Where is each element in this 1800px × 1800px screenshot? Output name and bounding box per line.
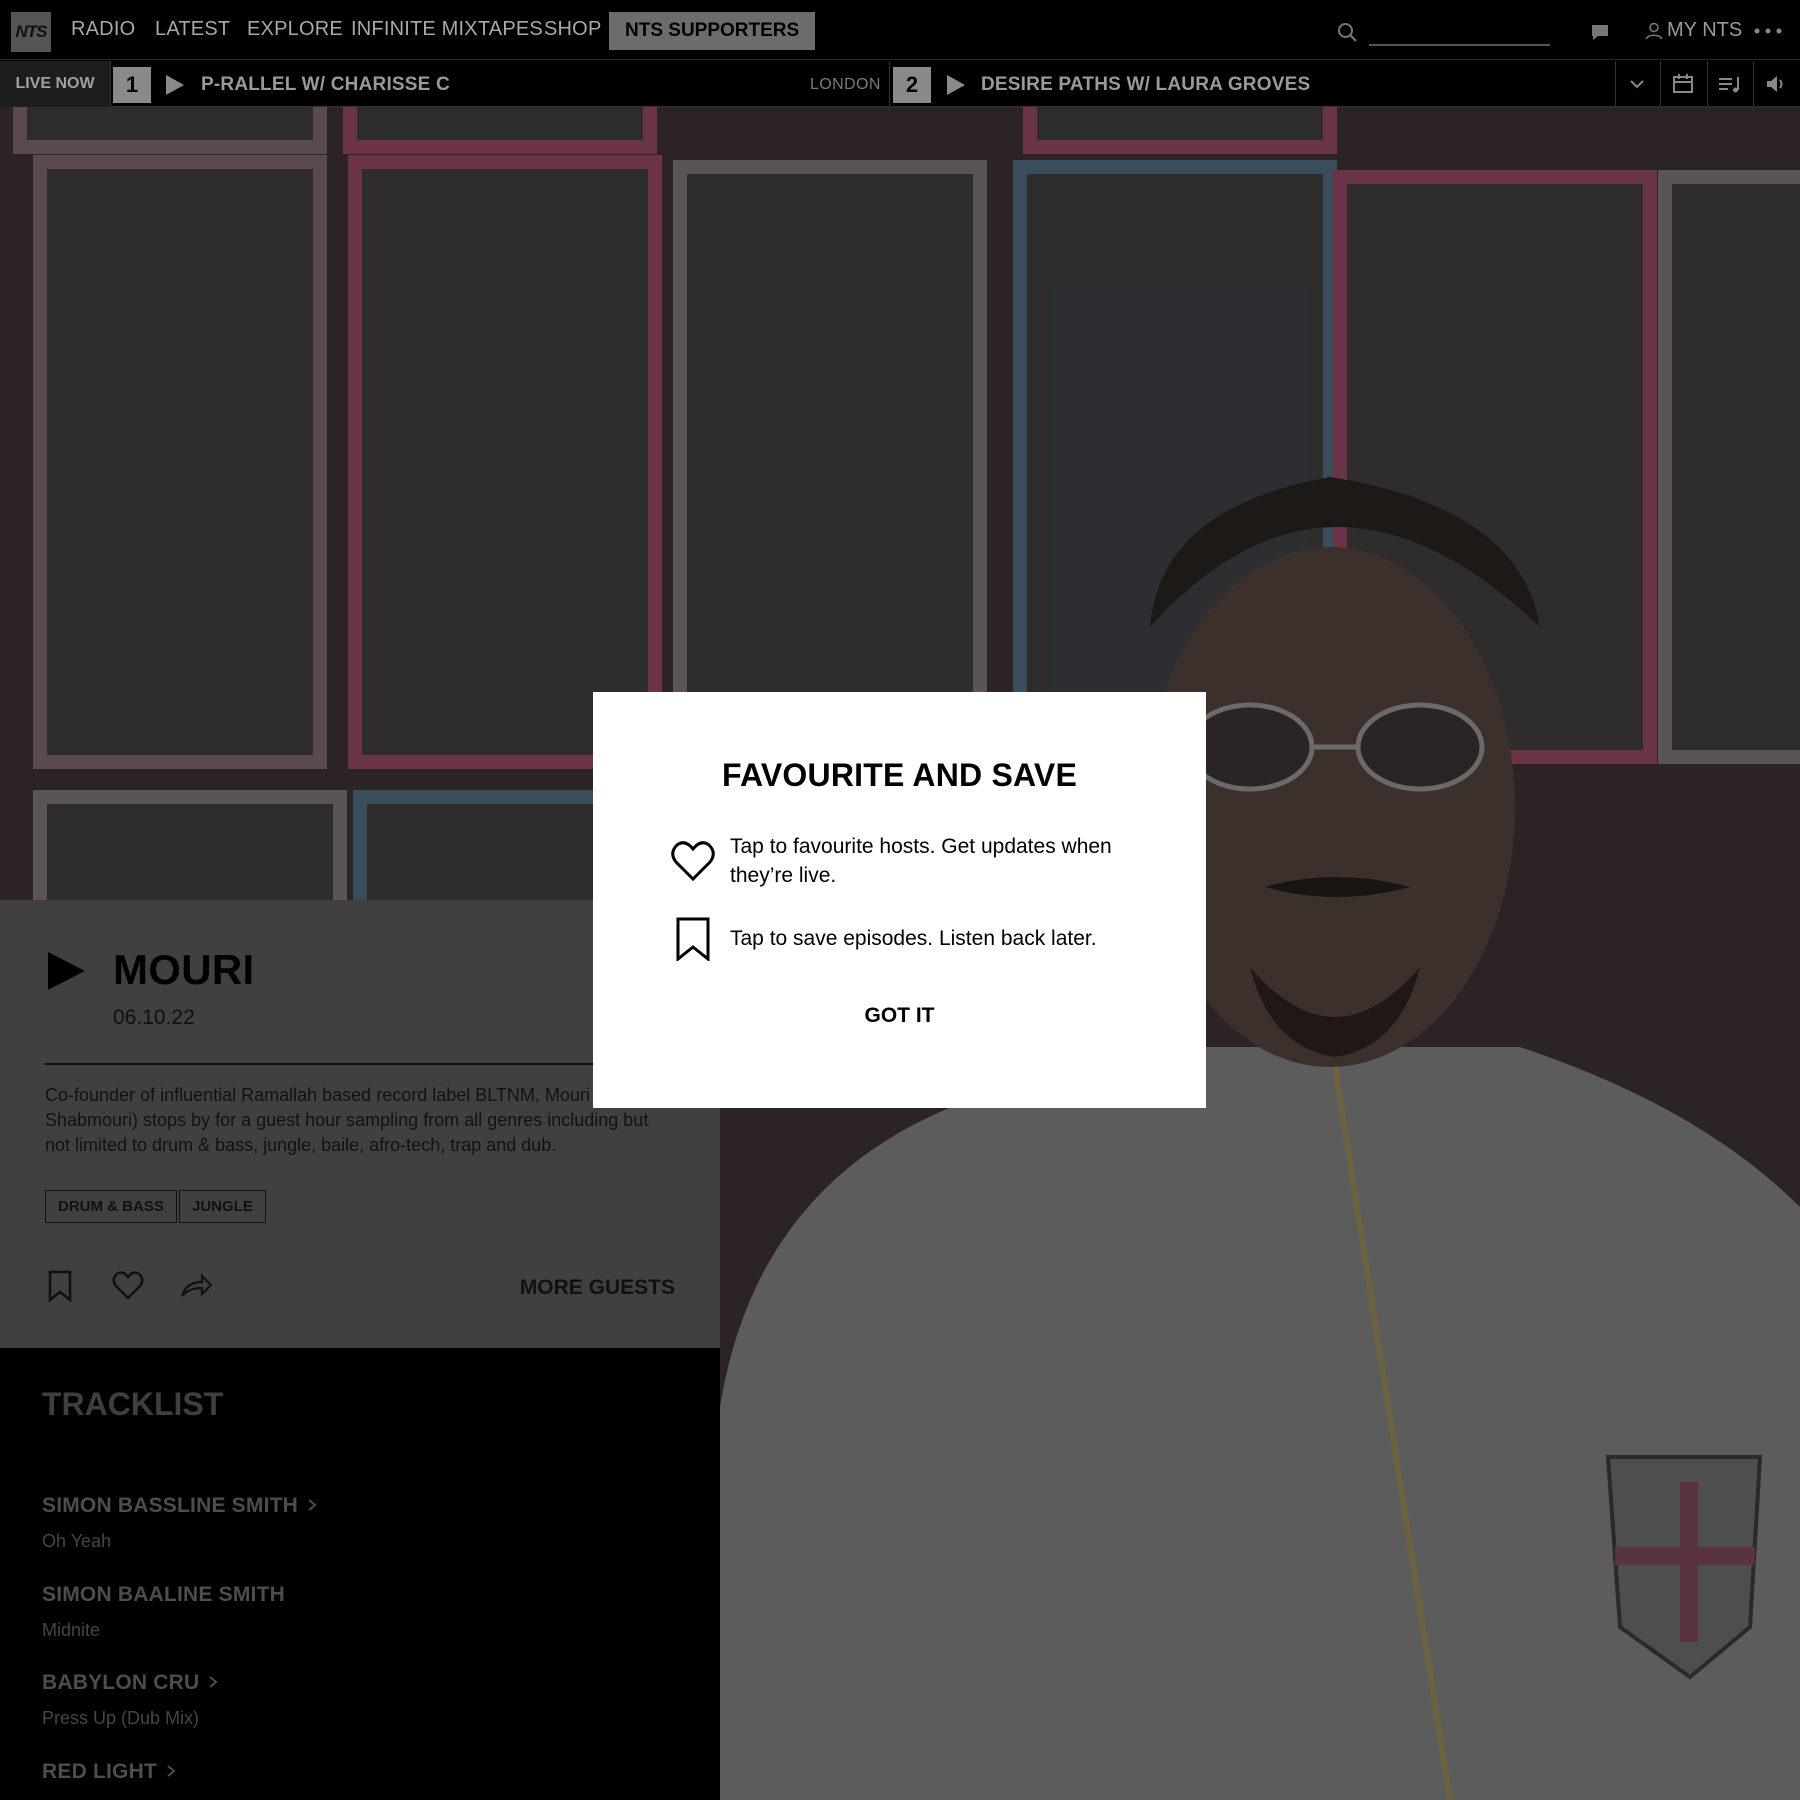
chevron-right-icon bbox=[308, 1499, 317, 1511]
playlist-icon[interactable] bbox=[1718, 73, 1742, 95]
track-artist: SIMON BAALINE SMITH bbox=[42, 1583, 285, 1606]
search-input[interactable] bbox=[1369, 44, 1550, 46]
nav-item-nts-supporters[interactable]: NTS SUPPORTERS bbox=[609, 12, 816, 50]
episode-title: MOURI bbox=[113, 946, 255, 993]
track-artist-link[interactable]: BABYLON CRU bbox=[42, 1671, 219, 1695]
chevron-down-icon[interactable] bbox=[1627, 73, 1647, 95]
nav-item-infinite-mixtapes[interactable]: INFINITE MIXTAPES bbox=[351, 18, 543, 41]
favourite-and-save-modal: FAVOURITE AND SAVE Tap to favourite host… bbox=[593, 692, 1206, 1108]
track-title: Midnite bbox=[42, 1620, 101, 1640]
heart-icon[interactable] bbox=[112, 1270, 144, 1302]
search-icon[interactable] bbox=[1336, 21, 1358, 43]
channel-2-number: 2 bbox=[893, 67, 931, 103]
track-title: Oh Yeah bbox=[42, 1531, 112, 1551]
tracklist-title: TRACKLIST bbox=[42, 1386, 224, 1422]
track-artist-link[interactable]: RED LIGHT bbox=[42, 1760, 177, 1784]
tag-drum-and-bass[interactable]: DRUM & BASS bbox=[45, 1190, 177, 1223]
share-icon[interactable] bbox=[180, 1270, 212, 1302]
volume-icon[interactable] bbox=[1765, 73, 1789, 95]
channel-2-title[interactable]: DESIRE PATHS W/ LAURA GROVES bbox=[981, 74, 1310, 96]
channel-2-play-icon[interactable] bbox=[946, 74, 966, 96]
live-now-label: LIVE NOW bbox=[0, 61, 110, 107]
schedule-icon[interactable] bbox=[1672, 73, 1696, 95]
divider bbox=[45, 1063, 675, 1065]
top-navigation: NTS RADIO LATEST EXPLORE INFINITE MIXTAP… bbox=[0, 0, 1800, 60]
episode-play-icon[interactable] bbox=[45, 950, 87, 992]
episode-date: 06.10.22 bbox=[113, 1006, 195, 1029]
track-title: Press Up (Dub Mix) bbox=[42, 1708, 200, 1728]
channel-1-location: LONDON bbox=[810, 76, 881, 93]
channel-1-title[interactable]: P-RALLEL W/ CHARISSE C bbox=[201, 74, 450, 96]
track-artist-link[interactable]: SIMON BASSLINE SMITH bbox=[42, 1494, 318, 1518]
nav-item-shop[interactable]: SHOP bbox=[544, 18, 601, 41]
bookmark-icon bbox=[676, 917, 710, 961]
channel-1-play-icon[interactable] bbox=[165, 74, 185, 96]
bookmark-icon[interactable] bbox=[45, 1270, 77, 1302]
nav-item-explore[interactable]: EXPLORE bbox=[247, 18, 343, 41]
tracklist-section: TRACKLIST SIMON BASSLINE SMITH Oh Yeah S… bbox=[0, 1348, 720, 1800]
my-nts-link[interactable]: MY NTS bbox=[1667, 19, 1742, 42]
nav-item-latest[interactable]: LATEST bbox=[155, 18, 230, 41]
chat-icon[interactable] bbox=[1590, 22, 1610, 42]
modal-save-text: Tap to save episodes. Listen back later. bbox=[730, 927, 1097, 950]
more-icon[interactable] bbox=[1754, 28, 1782, 34]
chevron-right-icon bbox=[167, 1765, 176, 1777]
channel-1-number: 1 bbox=[113, 67, 151, 103]
live-now-bar: LIVE NOW 1 P-RALLEL W/ CHARISSE C LONDON… bbox=[0, 61, 1800, 107]
tag-jungle[interactable]: JUNGLE bbox=[179, 1190, 266, 1223]
nav-item-radio[interactable]: RADIO bbox=[71, 18, 135, 41]
nts-logo[interactable]: NTS bbox=[11, 12, 51, 52]
user-icon[interactable] bbox=[1645, 22, 1663, 40]
chevron-right-icon bbox=[209, 1676, 218, 1688]
modal-title: FAVOURITE AND SAVE bbox=[721, 757, 1078, 793]
heart-icon bbox=[671, 841, 715, 882]
episode-description: Co-founder of influential Ramallah based… bbox=[45, 1085, 649, 1155]
modal-favourite-text: Tap to favourite hosts. Get updates when… bbox=[730, 835, 1112, 887]
got-it-button[interactable]: GOT IT bbox=[593, 1004, 1206, 1028]
more-guests-button[interactable]: MORE GUESTS bbox=[520, 1276, 675, 1300]
